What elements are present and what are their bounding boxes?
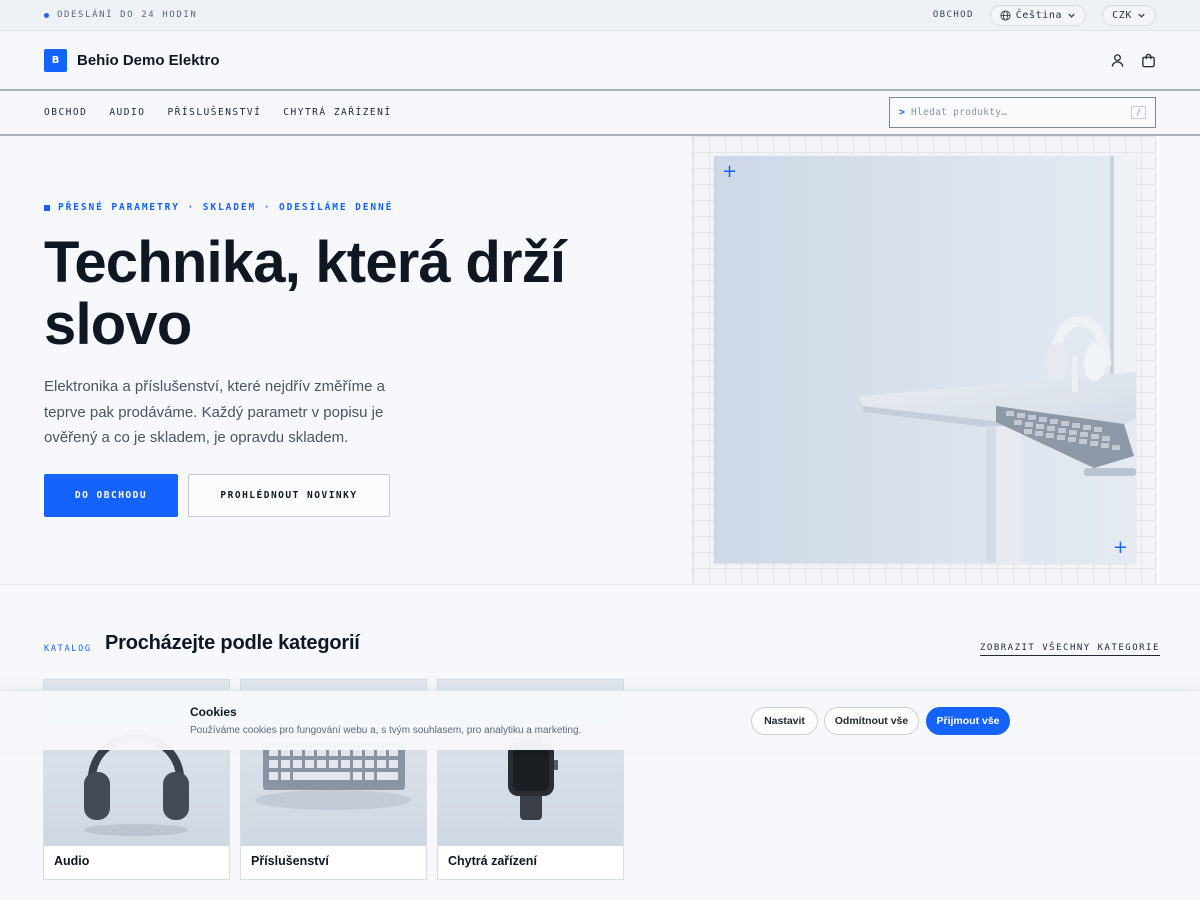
top-bar: ODESLÁNÍ DO 24 HODIN OBCHOD Čeština CZK	[0, 0, 1200, 31]
top-shop-link[interactable]: OBCHOD	[933, 10, 974, 20]
catalog-tag: KATALOG	[44, 644, 92, 654]
brand-logo-link[interactable]: B Behio Demo Elektro	[44, 48, 220, 72]
cookie-title: Cookies	[190, 705, 237, 719]
hero-content: PŘESNÉ PARAMETRY · SKLADEM · ODESÍLÁME D…	[44, 136, 664, 584]
category-label-accessories: Příslušenství	[251, 854, 329, 868]
currency-selector[interactable]: CZK	[1102, 4, 1156, 26]
header-actions	[1110, 53, 1156, 68]
nav-item-smart-devices[interactable]: CHYTRÁ ZAŘÍZENÍ	[283, 107, 391, 118]
search-shortcut-key: /	[1131, 106, 1146, 119]
hero-eyebrow-text: PŘESNÉ PARAMETRY · SKLADEM · ODESÍLÁME D…	[58, 202, 394, 213]
language-label: Čeština	[1015, 9, 1063, 21]
search-placeholder: Hledat produkty…	[911, 107, 1008, 118]
nav-item-accessories[interactable]: PŘÍSLUŠENSTVÍ	[167, 107, 261, 118]
top-bar-right: OBCHOD Čeština CZK	[933, 4, 1156, 26]
search-prompt-icon: >	[899, 107, 906, 118]
category-label-audio: Audio	[54, 854, 90, 868]
brand-name: Behio Demo Elektro	[77, 51, 220, 69]
chevron-down-icon	[1068, 13, 1075, 18]
nav-links: OBCHOD AUDIO PŘÍSLUŠENSTVÍ CHYTRÁ ZAŘÍZE…	[44, 107, 392, 118]
cookie-banner: Cookies Používáme cookies pro fungování …	[0, 690, 1200, 750]
globe-icon	[1000, 9, 1011, 21]
hero-visual: + +	[692, 136, 1156, 584]
hero-title: Technika, která drží slovo	[44, 230, 566, 357]
language-selector[interactable]: Čeština	[989, 4, 1087, 26]
cart-icon[interactable]	[1141, 53, 1156, 68]
cookie-accept-button[interactable]: Přijmout vše	[926, 707, 1010, 735]
main-nav: OBCHOD AUDIO PŘÍSLUŠENSTVÍ CHYTRÁ ZAŘÍZE…	[0, 91, 1200, 136]
hero-desk-image: + +	[714, 156, 1136, 563]
section-divider	[0, 584, 1200, 585]
category-label-smart-devices: Chytrá zařízení	[448, 854, 537, 868]
shipping-notice: ODESLÁNÍ DO 24 HODIN	[44, 10, 197, 20]
cookie-settings-button[interactable]: Nastavit	[751, 707, 818, 735]
shop-button[interactable]: DO OBCHODU	[44, 474, 178, 517]
search-input[interactable]: > Hledat produkty… /	[889, 97, 1156, 128]
chevron-down-icon	[1138, 13, 1145, 18]
hero-eyebrow: PŘESNÉ PARAMETRY · SKLADEM · ODESÍLÁME D…	[44, 202, 393, 213]
currency-label: CZK	[1112, 9, 1132, 21]
nav-item-shop[interactable]: OBCHOD	[44, 107, 87, 118]
cookie-reject-button[interactable]: Odmítnout vše	[824, 707, 919, 735]
logo-mark: B	[44, 48, 67, 72]
crosshair-icon: +	[722, 161, 738, 182]
shipping-text: ODESLÁNÍ DO 24 HODIN	[57, 10, 198, 20]
eyebrow-square-icon	[44, 204, 50, 211]
browse-new-button[interactable]: PROHLÉDNOUT NOVINKY	[188, 474, 390, 517]
catalog-title: Procházejte podle kategorií	[105, 632, 360, 654]
crosshair-icon: +	[1112, 537, 1128, 558]
view-all-categories-link[interactable]: ZOBRAZIT VŠECHNY KATEGORIE	[980, 643, 1160, 656]
hero-description: Elektronika a příslušenství, které nejdř…	[44, 378, 385, 446]
status-dot	[44, 12, 49, 18]
desk-illustration	[714, 156, 1136, 563]
site-header: B Behio Demo Elektro	[0, 31, 1200, 91]
cookie-text: Používáme cookies pro fungování webu a, …	[190, 725, 582, 736]
nav-item-audio[interactable]: AUDIO	[109, 107, 145, 118]
user-icon[interactable]	[1110, 53, 1125, 68]
